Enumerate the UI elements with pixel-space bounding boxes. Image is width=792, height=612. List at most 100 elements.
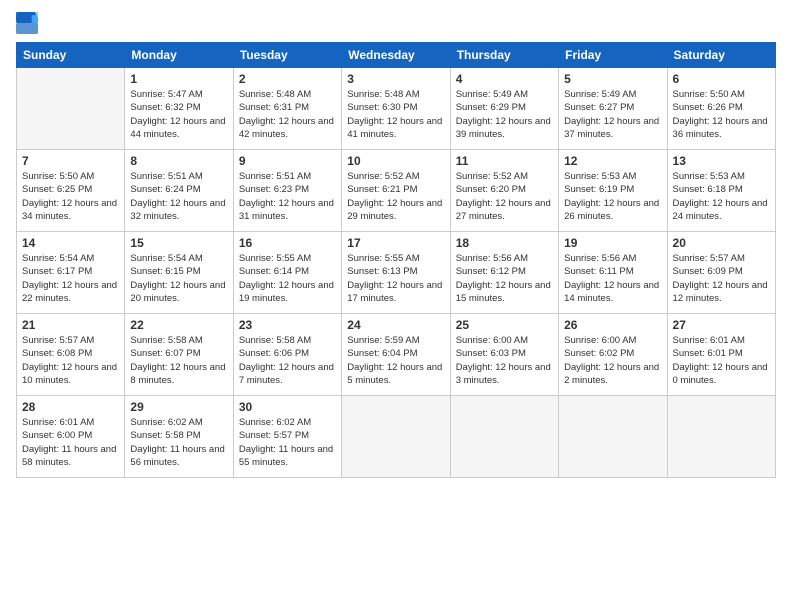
day-cell: 3 Sunrise: 5:48 AMSunset: 6:30 PMDayligh…	[342, 68, 450, 150]
day-number: 2	[239, 72, 336, 86]
day-number: 12	[564, 154, 661, 168]
day-info: Sunrise: 5:56 AMSunset: 6:12 PMDaylight:…	[456, 252, 553, 305]
day-cell: 8 Sunrise: 5:51 AMSunset: 6:24 PMDayligh…	[125, 150, 233, 232]
day-info: Sunrise: 5:52 AMSunset: 6:21 PMDaylight:…	[347, 170, 444, 223]
day-number: 28	[22, 400, 119, 414]
day-cell: 20 Sunrise: 5:57 AMSunset: 6:09 PMDaylig…	[667, 232, 775, 314]
day-number: 29	[130, 400, 227, 414]
day-info: Sunrise: 5:58 AMSunset: 6:07 PMDaylight:…	[130, 334, 227, 387]
week-row-3: 14 Sunrise: 5:54 AMSunset: 6:17 PMDaylig…	[17, 232, 776, 314]
day-number: 24	[347, 318, 444, 332]
day-cell: 5 Sunrise: 5:49 AMSunset: 6:27 PMDayligh…	[559, 68, 667, 150]
day-cell: 24 Sunrise: 5:59 AMSunset: 6:04 PMDaylig…	[342, 314, 450, 396]
day-cell: 25 Sunrise: 6:00 AMSunset: 6:03 PMDaylig…	[450, 314, 558, 396]
day-info: Sunrise: 5:53 AMSunset: 6:19 PMDaylight:…	[564, 170, 661, 223]
day-number: 18	[456, 236, 553, 250]
day-info: Sunrise: 6:02 AMSunset: 5:57 PMDaylight:…	[239, 416, 336, 469]
day-cell: 17 Sunrise: 5:55 AMSunset: 6:13 PMDaylig…	[342, 232, 450, 314]
day-cell: 27 Sunrise: 6:01 AMSunset: 6:01 PMDaylig…	[667, 314, 775, 396]
day-cell: 22 Sunrise: 5:58 AMSunset: 6:07 PMDaylig…	[125, 314, 233, 396]
day-number: 16	[239, 236, 336, 250]
day-info: Sunrise: 5:50 AMSunset: 6:26 PMDaylight:…	[673, 88, 770, 141]
day-info: Sunrise: 5:51 AMSunset: 6:23 PMDaylight:…	[239, 170, 336, 223]
day-number: 20	[673, 236, 770, 250]
day-cell: 21 Sunrise: 5:57 AMSunset: 6:08 PMDaylig…	[17, 314, 125, 396]
day-cell: 30 Sunrise: 6:02 AMSunset: 5:57 PMDaylig…	[233, 396, 341, 478]
day-number: 1	[130, 72, 227, 86]
day-cell: 16 Sunrise: 5:55 AMSunset: 6:14 PMDaylig…	[233, 232, 341, 314]
day-number: 26	[564, 318, 661, 332]
day-info: Sunrise: 5:57 AMSunset: 6:09 PMDaylight:…	[673, 252, 770, 305]
day-info: Sunrise: 6:01 AMSunset: 6:01 PMDaylight:…	[673, 334, 770, 387]
day-cell	[342, 396, 450, 478]
day-info: Sunrise: 5:59 AMSunset: 6:04 PMDaylight:…	[347, 334, 444, 387]
day-cell: 7 Sunrise: 5:50 AMSunset: 6:25 PMDayligh…	[17, 150, 125, 232]
day-number: 27	[673, 318, 770, 332]
day-info: Sunrise: 5:58 AMSunset: 6:06 PMDaylight:…	[239, 334, 336, 387]
week-row-2: 7 Sunrise: 5:50 AMSunset: 6:25 PMDayligh…	[17, 150, 776, 232]
day-cell: 2 Sunrise: 5:48 AMSunset: 6:31 PMDayligh…	[233, 68, 341, 150]
day-number: 5	[564, 72, 661, 86]
day-number: 22	[130, 318, 227, 332]
day-cell	[559, 396, 667, 478]
day-cell: 9 Sunrise: 5:51 AMSunset: 6:23 PMDayligh…	[233, 150, 341, 232]
day-cell: 26 Sunrise: 6:00 AMSunset: 6:02 PMDaylig…	[559, 314, 667, 396]
week-row-5: 28 Sunrise: 6:01 AMSunset: 6:00 PMDaylig…	[17, 396, 776, 478]
day-info: Sunrise: 6:02 AMSunset: 5:58 PMDaylight:…	[130, 416, 227, 469]
day-number: 6	[673, 72, 770, 86]
day-info: Sunrise: 5:57 AMSunset: 6:08 PMDaylight:…	[22, 334, 119, 387]
day-info: Sunrise: 5:49 AMSunset: 6:27 PMDaylight:…	[564, 88, 661, 141]
day-cell	[17, 68, 125, 150]
day-cell: 15 Sunrise: 5:54 AMSunset: 6:15 PMDaylig…	[125, 232, 233, 314]
header-row: SundayMondayTuesdayWednesdayThursdayFrid…	[17, 43, 776, 68]
day-number: 9	[239, 154, 336, 168]
day-number: 8	[130, 154, 227, 168]
day-cell: 6 Sunrise: 5:50 AMSunset: 6:26 PMDayligh…	[667, 68, 775, 150]
day-number: 19	[564, 236, 661, 250]
day-number: 17	[347, 236, 444, 250]
day-cell: 1 Sunrise: 5:47 AMSunset: 6:32 PMDayligh…	[125, 68, 233, 150]
day-info: Sunrise: 5:49 AMSunset: 6:29 PMDaylight:…	[456, 88, 553, 141]
day-cell	[667, 396, 775, 478]
day-number: 11	[456, 154, 553, 168]
day-info: Sunrise: 5:56 AMSunset: 6:11 PMDaylight:…	[564, 252, 661, 305]
day-cell	[450, 396, 558, 478]
day-info: Sunrise: 5:54 AMSunset: 6:15 PMDaylight:…	[130, 252, 227, 305]
day-cell: 12 Sunrise: 5:53 AMSunset: 6:19 PMDaylig…	[559, 150, 667, 232]
logo	[16, 12, 42, 34]
day-number: 15	[130, 236, 227, 250]
col-header-monday: Monday	[125, 43, 233, 68]
day-info: Sunrise: 5:47 AMSunset: 6:32 PMDaylight:…	[130, 88, 227, 141]
logo-icon	[16, 12, 38, 34]
week-row-4: 21 Sunrise: 5:57 AMSunset: 6:08 PMDaylig…	[17, 314, 776, 396]
col-header-friday: Friday	[559, 43, 667, 68]
day-number: 4	[456, 72, 553, 86]
col-header-sunday: Sunday	[17, 43, 125, 68]
day-cell: 4 Sunrise: 5:49 AMSunset: 6:29 PMDayligh…	[450, 68, 558, 150]
calendar-table: SundayMondayTuesdayWednesdayThursdayFrid…	[16, 42, 776, 478]
day-info: Sunrise: 5:48 AMSunset: 6:31 PMDaylight:…	[239, 88, 336, 141]
day-info: Sunrise: 5:51 AMSunset: 6:24 PMDaylight:…	[130, 170, 227, 223]
header	[16, 12, 776, 34]
day-info: Sunrise: 5:55 AMSunset: 6:13 PMDaylight:…	[347, 252, 444, 305]
day-cell: 11 Sunrise: 5:52 AMSunset: 6:20 PMDaylig…	[450, 150, 558, 232]
day-number: 23	[239, 318, 336, 332]
day-info: Sunrise: 5:54 AMSunset: 6:17 PMDaylight:…	[22, 252, 119, 305]
day-info: Sunrise: 5:50 AMSunset: 6:25 PMDaylight:…	[22, 170, 119, 223]
day-cell: 10 Sunrise: 5:52 AMSunset: 6:21 PMDaylig…	[342, 150, 450, 232]
day-number: 25	[456, 318, 553, 332]
col-header-wednesday: Wednesday	[342, 43, 450, 68]
day-number: 21	[22, 318, 119, 332]
day-info: Sunrise: 5:53 AMSunset: 6:18 PMDaylight:…	[673, 170, 770, 223]
day-number: 3	[347, 72, 444, 86]
day-number: 30	[239, 400, 336, 414]
day-number: 7	[22, 154, 119, 168]
day-cell: 28 Sunrise: 6:01 AMSunset: 6:00 PMDaylig…	[17, 396, 125, 478]
col-header-tuesday: Tuesday	[233, 43, 341, 68]
day-cell: 18 Sunrise: 5:56 AMSunset: 6:12 PMDaylig…	[450, 232, 558, 314]
col-header-thursday: Thursday	[450, 43, 558, 68]
day-cell: 14 Sunrise: 5:54 AMSunset: 6:17 PMDaylig…	[17, 232, 125, 314]
day-cell: 19 Sunrise: 5:56 AMSunset: 6:11 PMDaylig…	[559, 232, 667, 314]
calendar-page: SundayMondayTuesdayWednesdayThursdayFrid…	[0, 0, 792, 612]
day-number: 10	[347, 154, 444, 168]
